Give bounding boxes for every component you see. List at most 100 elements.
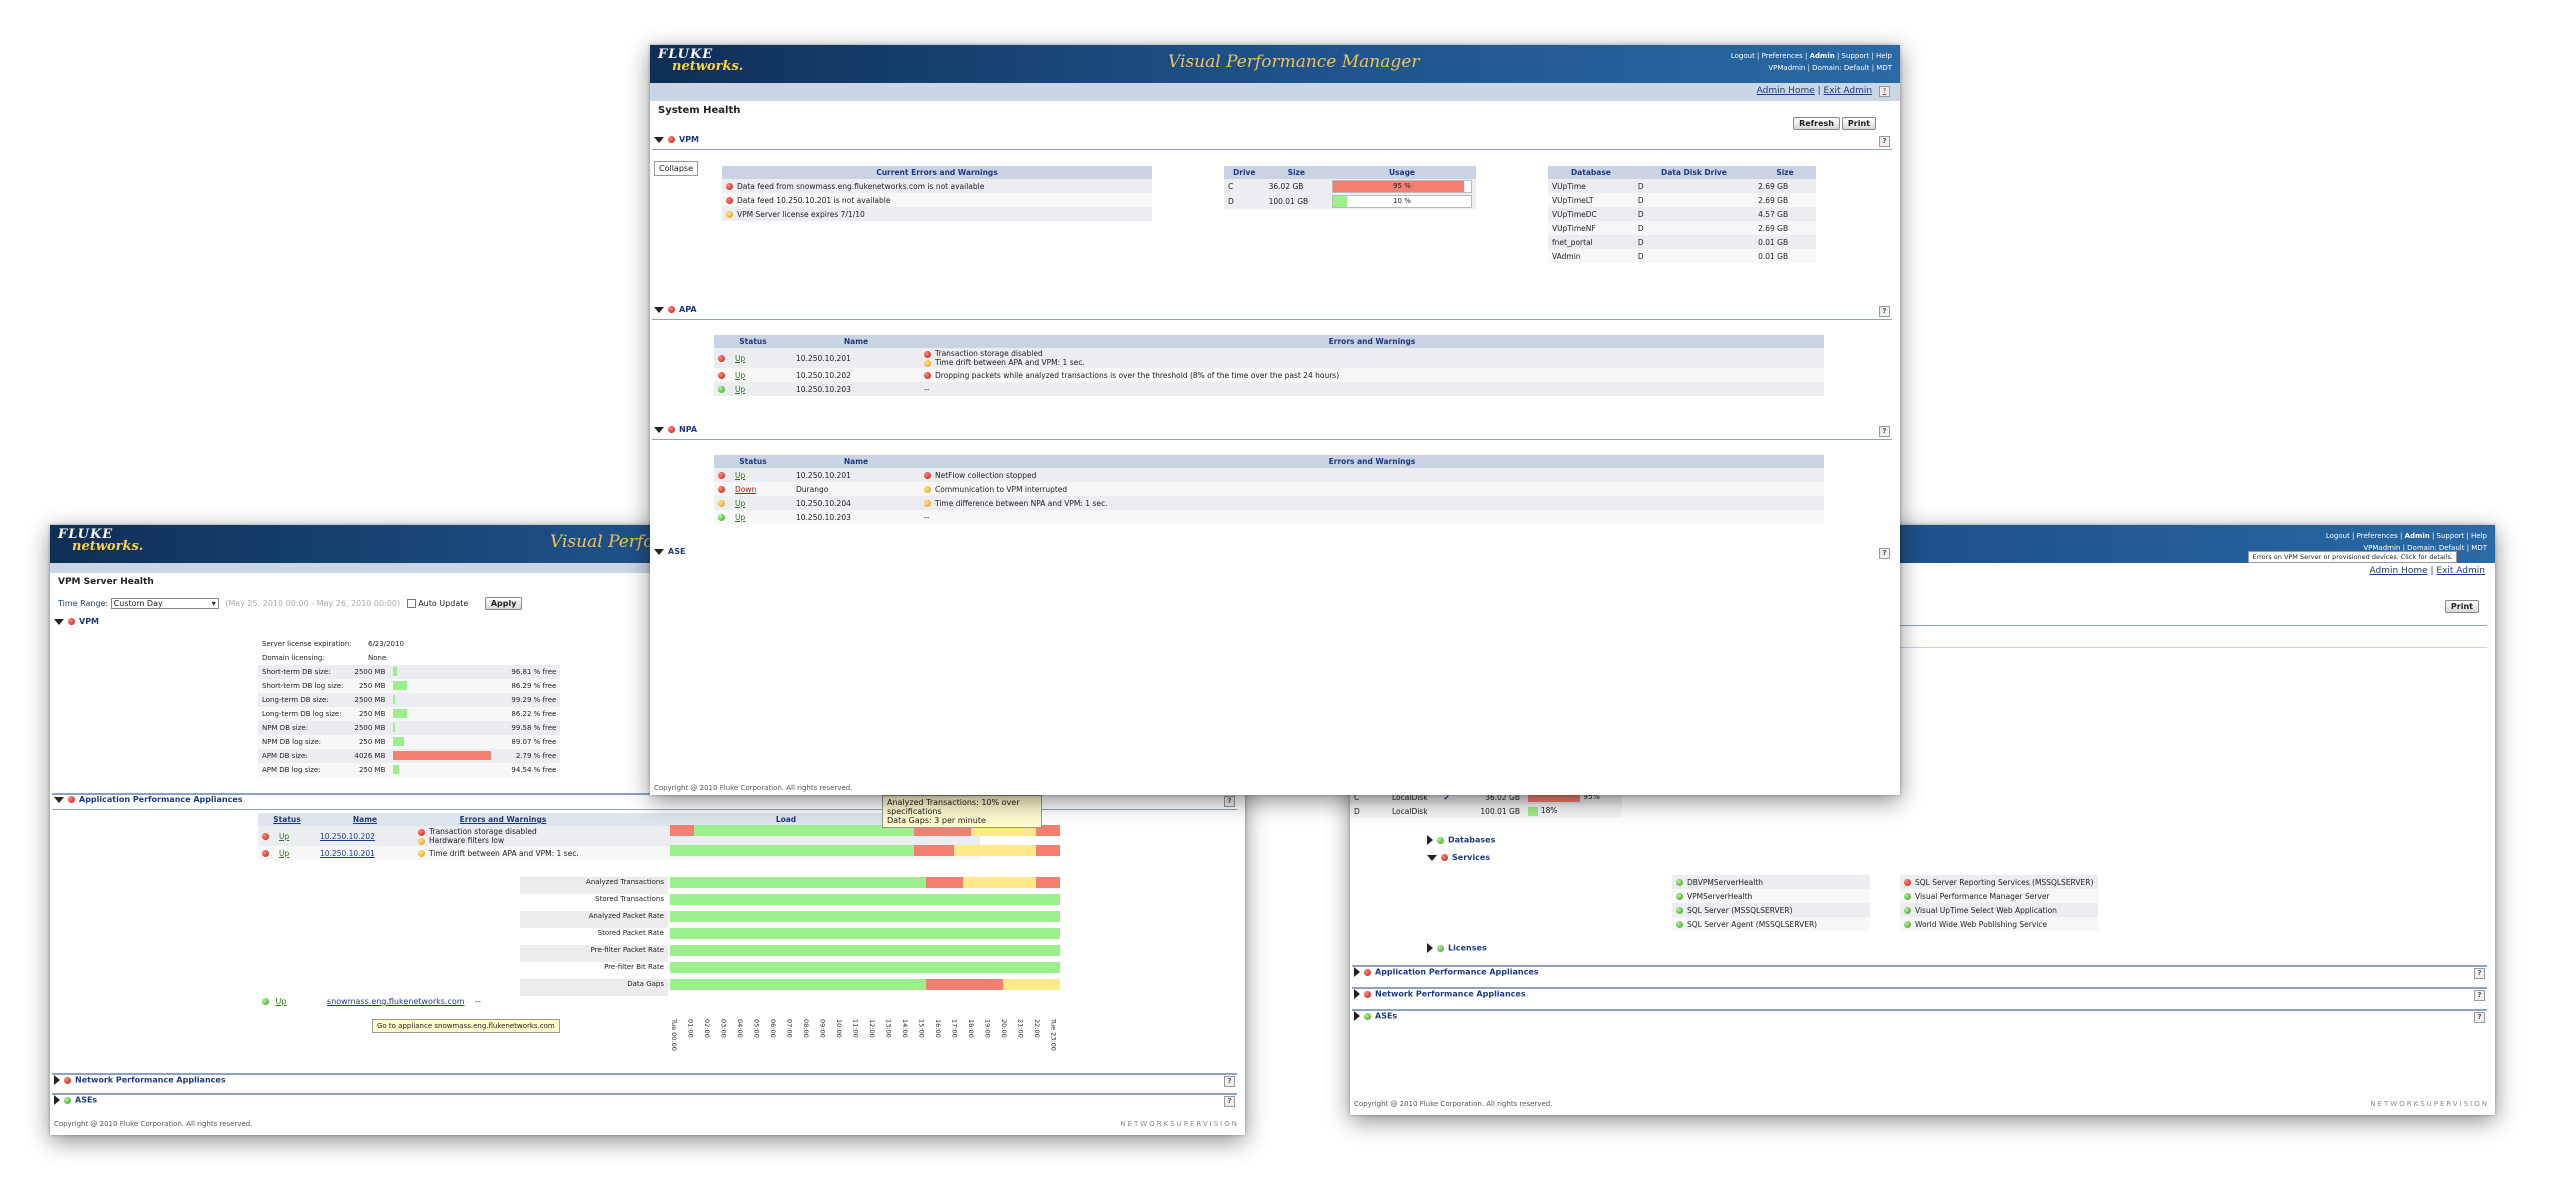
error-text: Transaction storage disabled (935, 349, 1043, 358)
time-tick-label: 17:00 (950, 1019, 959, 1038)
time-tick-label: 15:00 (917, 1019, 926, 1038)
usage-label: 10 % (1393, 197, 1411, 205)
table-row: Long-term DB log size: 250 MB 86.22 % free (258, 707, 561, 721)
status-icon (718, 500, 725, 507)
error-text: Time drift between APA and VPM: 1 sec. (935, 358, 1085, 367)
db-size: 250 MB (347, 763, 390, 777)
help-icon[interactable]: ? (1879, 136, 1890, 147)
licenses-section[interactable]: Licenses (1425, 943, 2487, 957)
help-icon[interactable]: ? (2474, 1012, 2485, 1023)
table-row: APM DB log size: 250 MB 94.54 % free (258, 763, 561, 777)
help-icon[interactable]: ? (1879, 548, 1890, 559)
vpm-section[interactable]: VPM? (652, 135, 1892, 150)
status-icon (1676, 921, 1683, 928)
help-icon[interactable]: ? (1879, 426, 1890, 437)
status-link[interactable]: Up (735, 385, 745, 394)
status-link[interactable]: Up (279, 849, 289, 858)
table-row: Short-term DB size: 2500 MB 96.81 % free (258, 665, 561, 679)
status-link[interactable]: Up (735, 371, 745, 380)
table-row: Visual Performance Manager Server (1900, 889, 2098, 903)
field-label: Domain licensing: (262, 654, 325, 662)
status-link[interactable]: Up (735, 499, 745, 508)
admin-home-link[interactable]: Admin Home (2370, 566, 2428, 576)
help-icon[interactable]: ? (1224, 1076, 1235, 1087)
top-link-support[interactable]: Support (1842, 52, 1870, 60)
status-icon (718, 355, 725, 362)
top-link-admin[interactable]: Admin (2405, 532, 2430, 540)
help-icon[interactable]: ? (2474, 990, 2485, 1001)
top-link-help[interactable]: Help (2471, 532, 2487, 540)
right-ase-section[interactable]: ASEs? (1352, 1009, 2487, 1025)
snowmass-name-link[interactable]: snowmass.eng.flukenetworks.com (327, 997, 465, 1006)
print-button[interactable]: Print (2444, 600, 2479, 613)
snowmass-status-link[interactable]: Up (276, 997, 287, 1006)
db-usage-bar (393, 750, 491, 760)
exit-admin-link[interactable]: Exit Admin (1824, 86, 1873, 96)
error-text: -- (924, 512, 930, 522)
help-icon[interactable]: ? (1879, 86, 1890, 97)
top-link-logout[interactable]: Logout (1731, 52, 1755, 60)
usage-bar: 95 % (1332, 180, 1472, 193)
status-icon (1676, 893, 1683, 900)
error-banner[interactable]: Errors on VPM Server or provisioned devi… (2248, 551, 2457, 563)
license-table: Server license expiration: 6/23/2010 Domai… (258, 637, 408, 665)
date-range: (May 25, 2010 00:00 - May 26, 2010 00:00… (225, 599, 401, 608)
status-link[interactable]: Up (735, 513, 745, 522)
db-usage-bar (393, 722, 396, 732)
help-icon[interactable]: ? (1879, 306, 1890, 317)
usage-label: 95 % (1393, 182, 1411, 190)
refresh-button[interactable]: Refresh (1793, 117, 1840, 130)
column-header: Status (714, 455, 792, 468)
db-free-label: 99.58 % free (507, 721, 561, 735)
snowmass-row: Up snowmass.eng.flukenetworks.com -- (262, 997, 481, 1006)
right-copyright: Copyright @ 2010 Fluke Corporation. All … (1354, 1100, 1553, 1108)
db-label: Long-term DB size: (258, 693, 348, 707)
left-npa-section[interactable]: Network Performance Appliances? (52, 1073, 1237, 1089)
top-link-logout[interactable]: Logout (2326, 532, 2350, 540)
help-icon[interactable]: ? (1224, 796, 1235, 807)
help-icon[interactable]: ? (1224, 1096, 1235, 1107)
disk-size: 100.01 GB (1476, 804, 1524, 818)
load-timeline (670, 979, 1060, 990)
status-link[interactable]: Up (735, 471, 745, 480)
separator: | (2397, 532, 2405, 540)
apa-section[interactable]: APA? (652, 305, 1892, 320)
error-text: Time drift between APA and VPM: 1 sec. (429, 848, 579, 858)
left-apa-section[interactable]: Application Performance Appliances? (52, 793, 1237, 810)
status-link[interactable]: Down (735, 485, 756, 494)
time-tick-label: 01:00 (686, 1019, 695, 1038)
auto-update-checkbox[interactable] (406, 599, 416, 608)
apply-button[interactable]: Apply (484, 597, 523, 610)
top-link-help[interactable]: Help (1876, 52, 1892, 60)
status-link[interactable]: Up (735, 354, 745, 363)
ase-section[interactable]: ASE? (652, 547, 1892, 561)
disk-usage-cell: 18% (1524, 804, 1622, 818)
device-name-link[interactable]: 10.250.10.202 (316, 826, 414, 846)
status-icon (924, 359, 931, 367)
right-npa-section[interactable]: Network Performance Appliances? (1352, 987, 2487, 1003)
npa-section[interactable]: NPA? (652, 425, 1892, 440)
print-button[interactable]: Print (1841, 117, 1876, 130)
services-section[interactable]: Services (1425, 853, 2487, 867)
top-link-preferences[interactable]: Preferences (2357, 532, 2398, 540)
top-link-support[interactable]: Support (2437, 532, 2465, 540)
table-row: Up 10.250.10.203 -- (714, 510, 1824, 524)
status-link[interactable]: Up (279, 832, 289, 841)
right-apa-section[interactable]: Application Performance Appliances? (1352, 965, 2487, 981)
top-link-preferences[interactable]: Preferences (1762, 52, 1803, 60)
exit-admin-link[interactable]: Exit Admin (2436, 566, 2485, 576)
status-icon (718, 486, 725, 493)
time-range-select[interactable]: Custom Day ▾ (110, 598, 219, 609)
top-link-admin[interactable]: Admin (1810, 52, 1835, 60)
device-name-link[interactable]: 10.250.10.201 (316, 846, 414, 860)
load-metric-label: Pre-filter Bit Rate (520, 962, 668, 979)
db-free-label: 94.54 % free (507, 763, 561, 777)
load-timeline (670, 962, 1060, 973)
errors-cell: Communication to VPM interrupted (920, 482, 1824, 496)
databases-section[interactable]: Databases (1425, 835, 2487, 849)
admin-home-link[interactable]: Admin Home (1757, 86, 1815, 96)
error-line: Transaction storage disabled (418, 827, 588, 836)
service-item: VPMServerHealth (1672, 889, 1870, 903)
left-ase-section[interactable]: ASEs? (52, 1093, 1237, 1109)
help-icon[interactable]: ? (2474, 968, 2485, 979)
